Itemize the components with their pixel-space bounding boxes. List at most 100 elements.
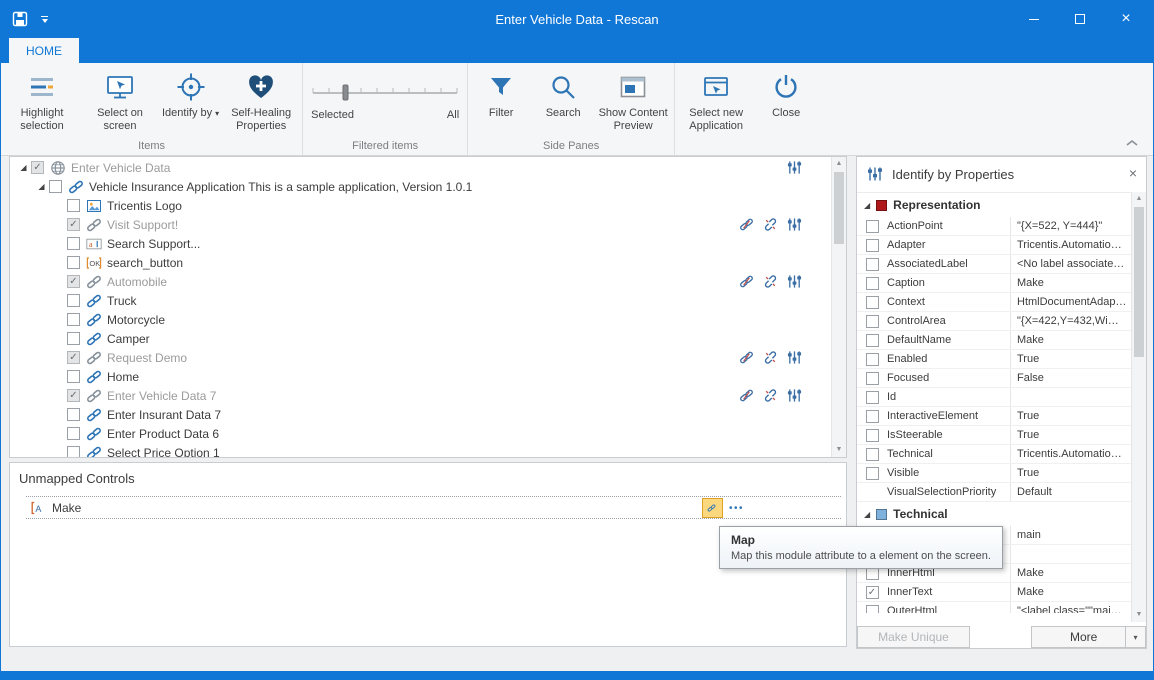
property-row[interactable]: Caption Make (857, 274, 1146, 293)
filtered-items-slider[interactable]: Selected All (305, 67, 465, 121)
property-checkbox[interactable] (866, 467, 879, 480)
scroll-up-icon[interactable]: ▲ (1132, 192, 1146, 206)
break-link-icon[interactable] (763, 274, 778, 289)
break-link-icon[interactable] (763, 388, 778, 403)
properties-icon[interactable] (787, 160, 802, 175)
section-representation[interactable]: ◢ Representation (857, 193, 1146, 217)
tree-checkbox[interactable] (67, 408, 80, 421)
property-row[interactable]: IsSteerable True (857, 426, 1146, 445)
property-row[interactable]: Context HtmlDocumentAdap… (857, 293, 1146, 312)
unmap-icon[interactable] (739, 350, 754, 365)
tree-row[interactable]: ◢ Home (10, 367, 830, 386)
property-row[interactable]: Id (857, 388, 1146, 407)
section-expander-icon[interactable]: ◢ (864, 201, 870, 210)
tree-checkbox[interactable] (67, 218, 80, 231)
tree-checkbox[interactable] (67, 294, 80, 307)
self-healing-properties-button[interactable]: Self-Healing Properties (222, 67, 300, 133)
property-row[interactable]: ActionPoint "{X=522, Y=444}" (857, 217, 1146, 236)
select-new-application-button[interactable]: Select new Application (677, 67, 755, 133)
property-checkbox[interactable] (866, 220, 879, 233)
scroll-down-icon[interactable]: ▼ (1132, 608, 1146, 622)
tree-row[interactable]: ◢ Select Price Option 1 (10, 443, 830, 457)
tree-row[interactable]: ◢ Tricentis Logo (10, 196, 830, 215)
map-button[interactable] (702, 498, 723, 518)
tree-checkbox[interactable] (67, 256, 80, 269)
tree-checkbox[interactable] (67, 332, 80, 345)
unmapped-row-make[interactable]: A Make ••• (26, 496, 841, 519)
tree-row[interactable]: ◢ Motorcycle (10, 310, 830, 329)
tree-row[interactable]: ◢ Enter Vehicle Data 7 (10, 386, 830, 405)
properties-icon[interactable] (787, 274, 802, 289)
scroll-thumb[interactable] (834, 172, 844, 244)
property-row[interactable]: AssociatedLabel <No label associate… (857, 255, 1146, 274)
tree-checkbox[interactable] (67, 370, 80, 383)
tree-row[interactable]: ◢ Truck (10, 291, 830, 310)
identify-by-button[interactable]: Identify by▾ (159, 67, 222, 133)
scroll-thumb[interactable] (1134, 207, 1144, 357)
property-row[interactable]: Technical Tricentis.Automatio… (857, 445, 1146, 464)
property-checkbox[interactable] (866, 448, 879, 461)
property-checkbox[interactable] (866, 410, 879, 423)
maximize-button[interactable] (1057, 1, 1103, 37)
unmap-icon[interactable] (739, 388, 754, 403)
property-checkbox[interactable] (866, 353, 879, 366)
property-checkbox[interactable] (866, 605, 879, 614)
quick-access-dropdown-icon[interactable] (41, 16, 48, 23)
tree-checkbox[interactable] (49, 180, 62, 193)
tree-row[interactable]: ◢ Vehicle Insurance Application This is … (10, 177, 830, 196)
tree-checkbox[interactable] (67, 427, 80, 440)
property-checkbox[interactable] (866, 586, 879, 599)
tree-row[interactable]: ◢ Enter Vehicle Data (10, 158, 830, 177)
properties-icon[interactable] (787, 388, 802, 403)
tree-checkbox[interactable] (67, 313, 80, 326)
tree-row[interactable]: ◢ Enter Product Data 6 (10, 424, 830, 443)
more-button[interactable]: More ▾ (1031, 626, 1146, 648)
tree-row[interactable]: ◢ Visit Support! (10, 215, 830, 234)
show-content-preview-button[interactable]: Show Content Preview (594, 67, 672, 133)
property-row[interactable]: DefaultName Make (857, 331, 1146, 350)
property-row[interactable]: InteractiveElement True (857, 407, 1146, 426)
expander-icon[interactable]: ◢ (16, 163, 31, 172)
property-row[interactable]: ControlArea "{X=422,Y=432,Wi… (857, 312, 1146, 331)
properties-scrollbar[interactable]: ▲ ▼ (1131, 192, 1146, 622)
close-panel-icon[interactable]: × (1129, 165, 1137, 181)
property-checkbox[interactable] (866, 391, 879, 404)
break-link-icon[interactable] (763, 217, 778, 232)
property-row[interactable]: Adapter Tricentis.Automatio… (857, 236, 1146, 255)
property-checkbox[interactable] (866, 239, 879, 252)
tree-row[interactable]: ◢ Enter Insurant Data 7 (10, 405, 830, 424)
property-row[interactable]: OuterHtml "<label class=""mai… (857, 602, 1146, 613)
tree-checkbox[interactable] (67, 237, 80, 250)
unmap-icon[interactable] (739, 217, 754, 232)
scroll-down-icon[interactable]: ▼ (832, 443, 846, 457)
section-expander-icon[interactable]: ◢ (864, 510, 870, 519)
tree-row[interactable]: ◢ Automobile (10, 272, 830, 291)
section-technical[interactable]: ◢ Technical (857, 502, 1146, 526)
scroll-up-icon[interactable]: ▲ (832, 157, 846, 171)
close-rescan-button[interactable]: Close (755, 67, 817, 133)
tree-checkbox[interactable] (67, 351, 80, 364)
tree-checkbox[interactable] (31, 161, 44, 174)
tree-row[interactable]: ◢ a Search Support... (10, 234, 830, 253)
minimize-button[interactable] (1011, 1, 1057, 37)
property-checkbox[interactable] (866, 296, 879, 309)
property-checkbox[interactable] (866, 334, 879, 347)
break-link-icon[interactable] (763, 350, 778, 365)
tree-row[interactable]: ◢ Request Demo (10, 348, 830, 367)
property-checkbox[interactable] (866, 315, 879, 328)
property-checkbox[interactable] (866, 429, 879, 442)
tree-row[interactable]: ◢ Camper (10, 329, 830, 348)
tree-checkbox[interactable] (67, 199, 80, 212)
search-button[interactable]: Search (532, 67, 594, 133)
properties-icon[interactable] (787, 217, 802, 232)
property-row[interactable]: Focused False (857, 369, 1146, 388)
property-row[interactable]: InnerText Make (857, 583, 1146, 602)
close-button[interactable]: × (1103, 1, 1149, 37)
property-row[interactable]: Visible True (857, 464, 1146, 483)
make-unique-button[interactable]: Make Unique (857, 626, 970, 648)
more-options-button[interactable]: ••• (729, 498, 744, 518)
tree-checkbox[interactable] (67, 446, 80, 457)
app-icon[interactable] (11, 10, 29, 28)
filter-button[interactable]: Filter (470, 67, 532, 133)
select-on-screen-button[interactable]: Select on screen (81, 67, 159, 133)
